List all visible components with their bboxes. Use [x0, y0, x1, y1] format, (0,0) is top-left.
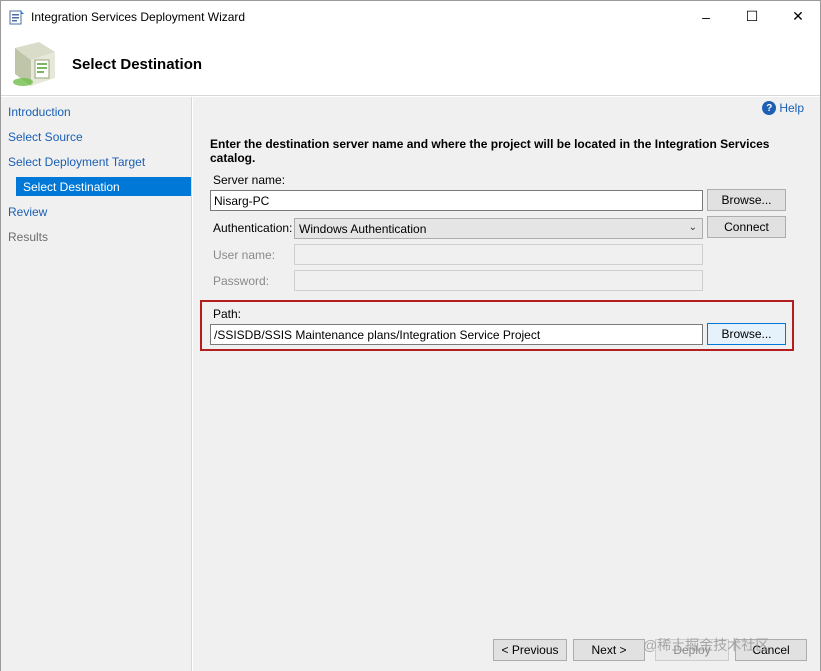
server-browse-button[interactable]: Browse... [707, 189, 786, 211]
close-icon: ✕ [792, 8, 804, 24]
server-name-label: Server name: [213, 173, 286, 187]
help-icon: ? [762, 101, 777, 115]
authentication-value: Windows Authentication [299, 222, 427, 236]
minimize-button[interactable]: – [683, 1, 729, 32]
maximize-button[interactable]: ☐ [729, 1, 775, 32]
help-link[interactable]: ? Help [762, 101, 804, 115]
nav-item-select-destination-label: Select Destination [23, 180, 120, 194]
password-input [294, 270, 703, 291]
minimize-icon: – [702, 8, 710, 25]
connect-button[interactable]: Connect [707, 216, 786, 238]
path-browse-button[interactable]: Browse... [707, 323, 786, 345]
window-title: Integration Services Deployment Wizard [31, 10, 246, 24]
wizard-steps-nav: Introduction Select Source Select Deploy… [1, 97, 191, 671]
password-label: Password: [213, 274, 270, 288]
main-panel: ? Help Enter the destination server name… [193, 97, 820, 671]
nav-item-review[interactable]: Review [8, 205, 47, 219]
path-label: Path: [213, 307, 242, 321]
username-label: User name: [213, 248, 276, 262]
watermark-text: @稀土掘金技术社区 [643, 637, 770, 653]
previous-button[interactable]: < Previous [493, 639, 567, 661]
wizard-banner-icon [13, 42, 55, 86]
authentication-select[interactable]: Windows Authentication ⌄ [294, 218, 703, 239]
server-name-input[interactable]: Nisarg-PC [210, 190, 703, 211]
close-button[interactable]: ✕ [775, 1, 821, 32]
nav-item-select-source[interactable]: Select Source [8, 130, 83, 144]
nav-item-select-destination[interactable]: Select Destination [16, 177, 191, 196]
wizard-header: Select Destination [1, 32, 820, 96]
app-icon [9, 10, 24, 25]
page-title: Select Destination [72, 56, 203, 73]
instructions-text: Enter the destination server name and wh… [210, 137, 770, 165]
nav-item-results: Results [8, 230, 49, 244]
authentication-label: Authentication: [213, 221, 293, 235]
chevron-down-icon: ⌄ [688, 222, 697, 233]
nav-item-select-deployment-target[interactable]: Select Deployment Target [8, 155, 145, 169]
username-input [294, 244, 703, 265]
maximize-icon: ☐ [745, 8, 759, 24]
wizard-window: Integration Services Deployment Wizard –… [0, 0, 821, 671]
next-button[interactable]: Next > [573, 639, 645, 661]
help-label: Help [779, 101, 804, 115]
title-bar: Integration Services Deployment Wizard –… [1, 1, 820, 32]
path-input[interactable]: /SSISDB/SSIS Maintenance plans/Integrati… [210, 324, 703, 345]
nav-item-introduction[interactable]: Introduction [8, 105, 71, 119]
